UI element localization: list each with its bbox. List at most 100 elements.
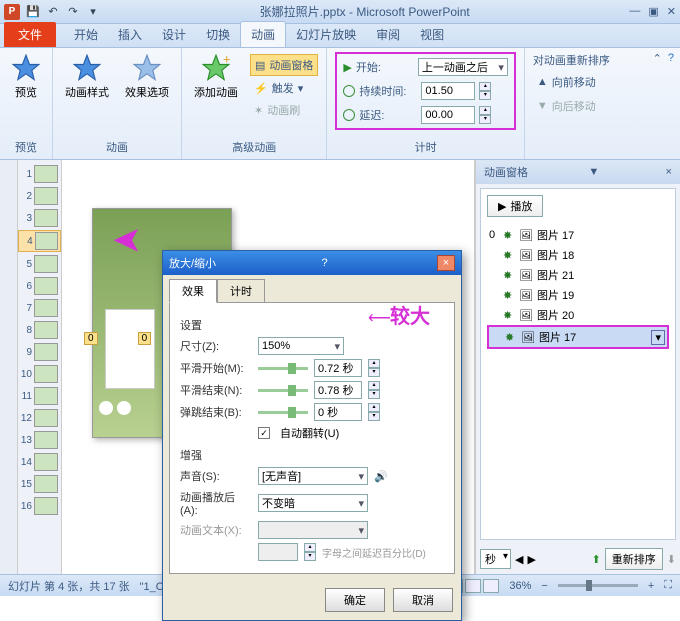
smooth-end-field[interactable]: 0.78 秒 [314, 381, 362, 399]
thumbnail[interactable]: 2 [18, 186, 61, 206]
ribbon-minimize-icon[interactable]: ⌃ [653, 52, 662, 65]
sound-dropdown[interactable]: [无声音] [258, 467, 368, 485]
thumbnail[interactable]: 16 [18, 496, 61, 516]
duration-field[interactable]: 01.50 [421, 82, 475, 100]
help-icon[interactable]: ? [668, 52, 674, 65]
seconds-select[interactable]: 秒 [480, 549, 511, 569]
tab-design[interactable]: 设计 [152, 22, 196, 47]
thumbnail[interactable]: 11 [18, 386, 61, 406]
dialog-titlebar[interactable]: 放大/缩小 ? × [163, 251, 461, 275]
anim-pane-button[interactable]: ▤动画窗格 [250, 54, 318, 76]
tab-timing[interactable]: 计时 [217, 279, 265, 303]
dialog-tabs: 效果 计时 [163, 275, 461, 303]
move-forward-button[interactable]: ▲向前移动 [533, 72, 610, 92]
autorev-checkbox[interactable]: ✓ [258, 427, 270, 439]
anim-painter-button[interactable]: ✶动画刷 [250, 100, 318, 120]
marker[interactable]: 0 [84, 332, 98, 345]
anim-item[interactable]: ✸🖼图片 19 [487, 285, 669, 305]
thumbnail[interactable]: 4 [18, 230, 61, 252]
ok-button[interactable]: 确定 [325, 588, 385, 612]
pane-dropdown-icon[interactable]: ▼ [588, 166, 599, 178]
anim-item[interactable]: ✸🖼图片 18 [487, 245, 669, 265]
thumbnail[interactable]: 14 [18, 452, 61, 472]
start-dropdown[interactable]: 上一动画之后 [418, 58, 508, 76]
effect-options-button[interactable]: 效果选项 [121, 52, 173, 102]
spinner[interactable]: ▴▾ [368, 359, 380, 377]
thumbnail[interactable]: 6 [18, 276, 61, 296]
duration-spinner[interactable]: ▴▾ [479, 82, 491, 100]
delay-field[interactable]: 00.00 [421, 106, 475, 124]
move-down-icon[interactable]: ⬇ [667, 553, 676, 566]
after-dropdown[interactable]: 不变暗 [258, 494, 368, 512]
minimize-icon[interactable]: — [629, 5, 640, 18]
thumbnail[interactable]: 10 [18, 364, 61, 384]
reorder-button[interactable]: 重新排序 [605, 548, 663, 570]
smooth-start-slider[interactable] [258, 367, 308, 370]
zoom-out-icon[interactable]: − [541, 580, 547, 592]
anim-item[interactable]: 0✸🖼图片 17 [487, 225, 669, 245]
thumbnail[interactable]: 8 [18, 320, 61, 340]
tab-effect[interactable]: 效果 [169, 279, 217, 303]
smooth-start-field[interactable]: 0.72 秒 [314, 359, 362, 377]
delay-spinner[interactable]: ▴▾ [479, 106, 491, 124]
slideshow-view-icon[interactable] [483, 579, 499, 593]
speaker-icon[interactable]: 🔊 [374, 470, 388, 483]
anim-item[interactable]: ✸🖼图片 21 [487, 265, 669, 285]
bounce-slider[interactable]: .slider:nth-of-type(3):before{left:0} [258, 411, 308, 414]
save-icon[interactable]: 💾 [26, 5, 40, 19]
size-dropdown[interactable]: 150% [258, 337, 344, 355]
photo-object[interactable] [105, 309, 155, 389]
thumbnail[interactable]: 12 [18, 408, 61, 428]
tab-home[interactable]: 开始 [64, 22, 108, 47]
slide-thumbnails[interactable]: 12345678910111213141516 [18, 160, 62, 574]
pane-close-icon[interactable]: × [666, 166, 672, 178]
anim-style-button[interactable]: 动画样式 [61, 52, 113, 102]
bounce-field[interactable]: 0 秒 [314, 403, 362, 421]
preview-button[interactable]: 预览 [8, 52, 44, 102]
tab-slideshow[interactable]: 幻灯片放映 [286, 22, 366, 47]
smooth-end-slider[interactable] [258, 389, 308, 392]
zoom-level[interactable]: 36% [509, 580, 531, 592]
close-icon[interactable]: ✕ [667, 5, 676, 18]
fit-icon[interactable]: ⛶ [664, 579, 672, 592]
slide-count: 幻灯片 第 4 张，共 17 张 [8, 578, 130, 594]
thumbnail[interactable]: 9 [18, 342, 61, 362]
dialog-help-icon[interactable]: ? [321, 257, 327, 269]
bolt-icon: ⚡ [254, 82, 268, 95]
flower-icon [99, 401, 113, 415]
smooth-end-label: 平滑结束(N): [180, 382, 252, 398]
thumbnail[interactable]: 3 [18, 208, 61, 228]
move-up-icon[interactable]: ⬆ [592, 553, 601, 566]
tab-animation[interactable]: 动画 [240, 21, 286, 47]
thumbnail[interactable]: 1 [18, 164, 61, 184]
window-title: 张娜拉照片.pptx - Microsoft PowerPoint [100, 3, 629, 20]
spinner[interactable]: ▴▾ [368, 381, 380, 399]
trigger-button[interactable]: ⚡触发 ▾ [250, 78, 318, 98]
zoom-in-icon[interactable]: ▶ [527, 553, 535, 566]
cancel-button[interactable]: 取消 [393, 588, 453, 612]
zoom-out-icon[interactable]: ◀ [515, 553, 523, 566]
tab-insert[interactable]: 插入 [108, 22, 152, 47]
restore-icon[interactable]: ▣ [648, 5, 658, 18]
redo-icon[interactable]: ↷ [66, 5, 80, 19]
anim-item[interactable]: ✸🖼图片 17▾ [487, 325, 669, 349]
thumbnail[interactable]: 15 [18, 474, 61, 494]
dialog-close-icon[interactable]: × [437, 255, 455, 271]
add-anim-button[interactable]: + 添加动画 [190, 52, 242, 102]
zoom-in-icon[interactable]: + [648, 580, 654, 592]
play-button[interactable]: ▶播放 [487, 195, 543, 217]
anim-item[interactable]: ✸🖼图片 20 [487, 305, 669, 325]
spinner[interactable]: ▴▾ [368, 403, 380, 421]
undo-icon[interactable]: ↶ [46, 5, 60, 19]
marker[interactable]: 0 [138, 332, 152, 345]
thumbnail[interactable]: 13 [18, 430, 61, 450]
file-tab[interactable]: 文件 [4, 22, 56, 47]
thumbnail[interactable]: 7 [18, 298, 61, 318]
qat-more-icon[interactable]: ▾ [86, 5, 100, 19]
tab-review[interactable]: 审阅 [366, 22, 410, 47]
tab-view[interactable]: 视图 [410, 22, 454, 47]
tab-transition[interactable]: 切换 [196, 22, 240, 47]
thumbnail[interactable]: 5 [18, 254, 61, 274]
reading-view-icon[interactable] [465, 579, 481, 593]
zoom-slider[interactable] [558, 584, 638, 587]
